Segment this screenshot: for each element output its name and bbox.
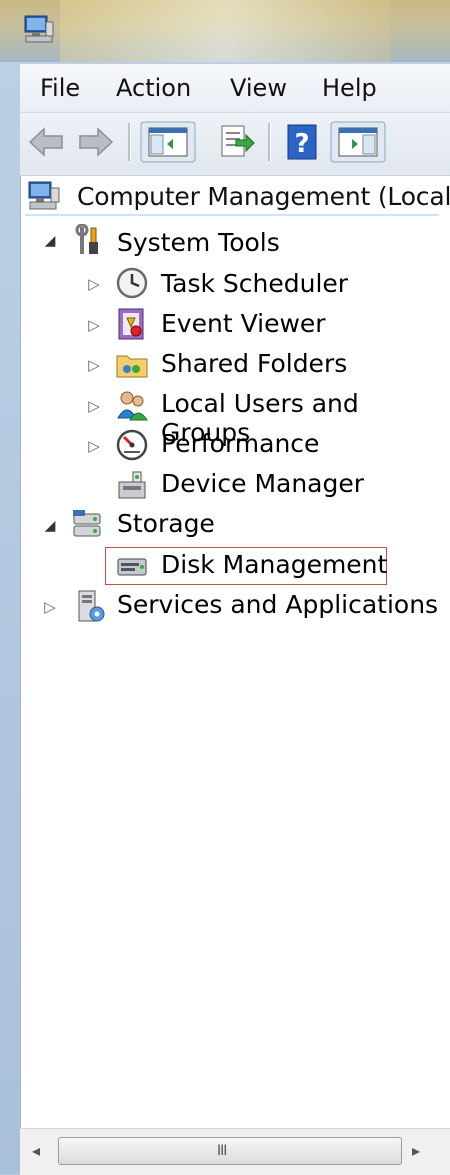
menu-view[interactable]: View — [226, 72, 291, 104]
console-tree[interactable]: Computer Management (Local ◢ System Tool… — [20, 176, 450, 1128]
menu-bar: File Action View Help — [20, 64, 450, 113]
shared-folders-icon — [116, 355, 148, 378]
system-tools-icon — [75, 224, 98, 254]
forward-arrow-icon[interactable] — [76, 121, 116, 163]
collapse-arrow-icon[interactable]: ◢ — [41, 233, 59, 249]
tree-label-device-manager[interactable]: Device Manager — [161, 469, 364, 498]
menu-help[interactable]: Help — [318, 72, 381, 104]
scrollbar-thumb[interactable]: III — [58, 1137, 402, 1165]
export-list-icon[interactable] — [216, 121, 258, 163]
toolbar-separator — [268, 123, 270, 161]
title-bar[interactable] — [0, 0, 450, 62]
tree-label-root: Computer Management (Local — [77, 182, 450, 211]
expand-arrow-icon[interactable]: ▷ — [85, 275, 103, 293]
svg-text:?: ? — [294, 129, 309, 159]
tree-label-system-tools[interactable]: System Tools — [117, 228, 280, 257]
back-arrow-icon[interactable] — [26, 121, 66, 163]
menu-action[interactable]: Action — [112, 72, 195, 104]
performance-icon — [116, 429, 148, 461]
scroll-left-arrow-icon[interactable]: ◂ — [32, 1141, 40, 1160]
services-applications-icon — [78, 590, 105, 622]
horizontal-scrollbar[interactable]: ◂ III ▸ — [20, 1128, 450, 1175]
device-manager-icon — [118, 471, 146, 499]
title-bar-wash — [60, 0, 390, 62]
show-action-pane-icon[interactable] — [330, 121, 386, 163]
tree-label-performance[interactable]: Performance — [161, 429, 319, 458]
expand-arrow-icon[interactable]: ▷ — [85, 316, 103, 334]
collapse-arrow-icon[interactable]: ◢ — [41, 518, 59, 534]
expand-arrow-icon[interactable]: ▷ — [85, 397, 103, 415]
toolbar-separator — [128, 123, 130, 161]
tree-label-shared-folders[interactable]: Shared Folders — [161, 349, 347, 378]
menu-file[interactable]: File — [36, 72, 84, 104]
computer-management-icon — [28, 181, 60, 210]
event-viewer-icon — [118, 308, 144, 340]
show-console-tree-icon[interactable] — [140, 121, 196, 163]
tree-label-services-applications[interactable]: Services and Applications — [117, 590, 438, 619]
expand-arrow-icon[interactable]: ▷ — [85, 356, 103, 374]
expand-arrow-icon[interactable]: ▷ — [85, 437, 103, 455]
tree-label-disk-management[interactable]: Disk Management — [161, 550, 387, 579]
expand-arrow-icon[interactable]: ▷ — [41, 598, 59, 616]
tree-label-task-scheduler[interactable]: Task Scheduler — [161, 269, 348, 298]
computer-management-app-icon[interactable] — [22, 14, 56, 46]
tree-label-storage[interactable]: Storage — [117, 509, 215, 538]
scroll-right-arrow-icon[interactable]: ▸ — [412, 1141, 420, 1160]
storage-icon — [73, 510, 101, 537]
scrollbar-grip: III — [217, 1143, 227, 1159]
toolbar: ? — [20, 113, 450, 176]
root-selection-underline — [25, 214, 439, 216]
tree-label-event-viewer[interactable]: Event Viewer — [161, 309, 326, 338]
help-icon[interactable]: ? — [282, 121, 322, 163]
disk-management-icon — [117, 558, 147, 576]
local-users-groups-icon — [117, 391, 148, 421]
task-scheduler-icon — [116, 267, 148, 299]
